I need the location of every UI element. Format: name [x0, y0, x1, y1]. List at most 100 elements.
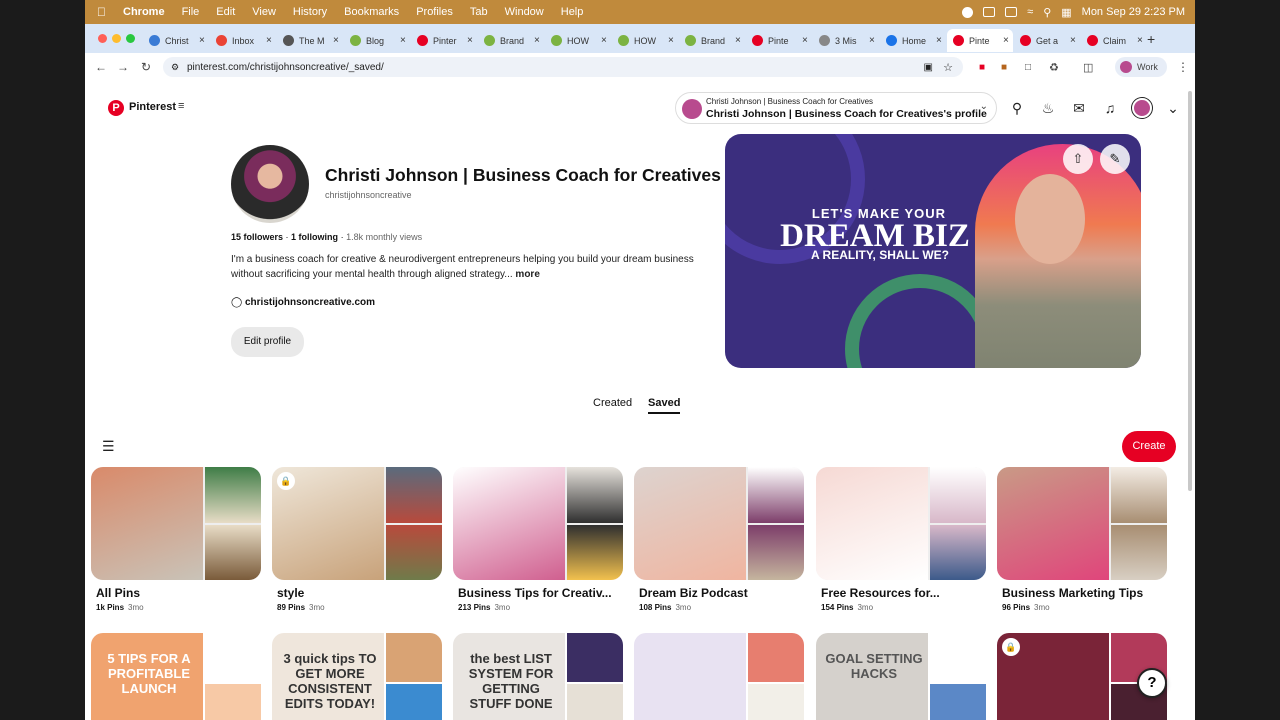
board-card[interactable]: 3 quick tips TO GET MORE CONSISTENT EDIT… [272, 633, 442, 720]
profile-website[interactable]: ◯ christijohnsoncreative.com [231, 297, 375, 308]
menu-window[interactable]: Window [505, 6, 544, 18]
site-info-icon[interactable]: ⚙ [171, 62, 179, 73]
create-button[interactable]: Create [1122, 431, 1176, 462]
extensions-puzzle-icon[interactable]: ♻ [1049, 61, 1059, 74]
browser-tab[interactable]: Claim × [1081, 29, 1147, 52]
browser-tab[interactable]: Inbox × [210, 29, 276, 52]
help-icon[interactable]: ? [1137, 668, 1167, 698]
extension-icon[interactable]: □ [1025, 62, 1031, 73]
apple-menu-icon[interactable]:  [97, 5, 106, 19]
browser-tab[interactable]: HOW × [545, 29, 611, 52]
browser-tab[interactable]: Pinte × [947, 29, 1013, 52]
edit-profile-button[interactable]: Edit profile [231, 327, 304, 357]
followers-count[interactable]: 15 followers [231, 232, 283, 242]
menu-file[interactable]: File [182, 6, 200, 18]
extension-icon[interactable]: ■ [1001, 62, 1007, 73]
menubar-clock[interactable]: Mon Sep 29 2:23 PM [1082, 6, 1185, 18]
bio-more-link[interactable]: more [515, 269, 539, 280]
address-bar[interactable]: ⚙ pinterest.com/christijohnsoncreative/_… [163, 57, 963, 77]
extension-icon[interactable]: ■ [979, 62, 985, 73]
back-icon[interactable]: ← [95, 60, 107, 74]
browser-tab[interactable]: Get a × [1014, 29, 1080, 52]
edit-pencil-icon[interactable]: ✎ [1100, 144, 1130, 174]
pinterest-logo-icon[interactable]: P [108, 100, 124, 116]
wifi-icon[interactable]: ≈ [1027, 6, 1033, 18]
menu-view[interactable]: View [252, 6, 276, 18]
browser-tab[interactable]: Christ × [143, 29, 209, 52]
close-tab-icon[interactable]: × [400, 35, 406, 46]
menu-app-name[interactable]: Chrome [123, 6, 165, 18]
close-tab-icon[interactable]: × [1070, 35, 1076, 46]
search-icon[interactable]: ⚲ [1043, 6, 1051, 19]
close-tab-icon[interactable]: × [601, 35, 607, 46]
scrollbar[interactable] [1188, 91, 1192, 491]
tab-created[interactable]: Created [593, 397, 632, 409]
record-icon[interactable] [962, 6, 974, 18]
status-icon[interactable] [983, 7, 996, 17]
kebab-menu-icon[interactable]: ⋮ [1177, 60, 1189, 74]
share-icon[interactable]: ⇧ [1063, 144, 1093, 174]
notifications-bell-icon[interactable]: ♨ [1039, 99, 1057, 117]
close-tab-icon[interactable]: × [333, 35, 339, 46]
pinterest-brand[interactable]: Pinterest [129, 101, 176, 113]
board-card[interactable]: 🔒 style 89 Pins 3mo [272, 467, 442, 612]
menu-profiles[interactable]: Profiles [416, 6, 453, 18]
website-link[interactable]: christijohnsoncreative.com [245, 297, 375, 308]
battery-icon[interactable] [1005, 7, 1018, 17]
board-card[interactable]: Dream Biz Podcast 108 Pins 3mo [634, 467, 804, 612]
menu-history[interactable]: History [293, 6, 327, 18]
zoom-window-button[interactable] [126, 34, 135, 43]
user-avatar[interactable] [1132, 98, 1152, 118]
board-card[interactable] [634, 633, 804, 720]
close-window-button[interactable] [98, 34, 107, 43]
control-center-icon[interactable]: ▦ [1061, 6, 1071, 19]
account-switcher[interactable]: Christi Johnson | Business Coach for Cre… [675, 92, 997, 124]
close-tab-icon[interactable]: × [869, 35, 875, 46]
bookmark-star-icon[interactable]: ☆ [943, 61, 953, 74]
sidepanel-icon[interactable]: ◫ [1083, 61, 1093, 74]
following-count[interactable]: 1 following [291, 232, 338, 242]
browser-tab[interactable]: The M × [277, 29, 343, 52]
messages-icon[interactable]: ✉ [1070, 99, 1088, 117]
board-card[interactable]: 5 TIPS FOR A PROFITABLE LAUNCH [91, 633, 261, 720]
close-tab-icon[interactable]: × [802, 35, 808, 46]
close-tab-icon[interactable]: × [266, 35, 272, 46]
board-card[interactable]: GOAL SETTING HACKS [816, 633, 986, 720]
close-tab-icon[interactable]: × [1003, 35, 1009, 46]
board-card[interactable]: All Pins 1k Pins 3mo [91, 467, 261, 612]
board-card[interactable]: Business Tips for Creativ... 213 Pins 3mo [453, 467, 623, 612]
menu-help[interactable]: Help [561, 6, 584, 18]
tab-saved[interactable]: Saved [648, 397, 681, 414]
search-icon[interactable]: ⚲ [1008, 99, 1026, 117]
hamburger-menu-icon[interactable]: ≡ [178, 100, 184, 112]
cast-icon[interactable]: ▣ [924, 62, 933, 73]
menu-bookmarks[interactable]: Bookmarks [344, 6, 399, 18]
browser-tab[interactable]: Pinter × [411, 29, 477, 52]
browser-tab[interactable]: Brand × [478, 29, 544, 52]
reload-icon[interactable]: ↻ [141, 60, 151, 74]
close-tab-icon[interactable]: × [534, 35, 540, 46]
chevron-down-icon[interactable]: ⌄ [1164, 99, 1182, 117]
close-tab-icon[interactable]: × [1137, 35, 1143, 46]
browser-tab[interactable]: Home × [880, 29, 946, 52]
board-card[interactable]: Business Marketing Tips 96 Pins 3mo [997, 467, 1167, 612]
board-card[interactable]: Free Resources for... 154 Pins 3mo [816, 467, 986, 612]
menu-edit[interactable]: Edit [216, 6, 235, 18]
close-tab-icon[interactable]: × [668, 35, 674, 46]
new-tab-button[interactable]: + [1147, 31, 1155, 47]
browser-tab[interactable]: Blog × [344, 29, 410, 52]
browser-tab[interactable]: Pinte × [746, 29, 812, 52]
forward-icon[interactable]: → [117, 60, 129, 74]
board-card[interactable]: the best LIST SYSTEM FOR GETTING STUFF D… [453, 633, 623, 720]
browser-tab[interactable]: Brand × [679, 29, 745, 52]
browser-tab[interactable]: 3 Mis × [813, 29, 879, 52]
profile-chip[interactable]: Work [1115, 57, 1167, 77]
menu-tab[interactable]: Tab [470, 6, 488, 18]
filter-sliders-icon[interactable]: ☰ [102, 438, 115, 455]
close-tab-icon[interactable]: × [467, 35, 473, 46]
close-tab-icon[interactable]: × [735, 35, 741, 46]
megaphone-icon[interactable]: ♫ [1101, 99, 1119, 117]
close-tab-icon[interactable]: × [936, 35, 942, 46]
minimize-window-button[interactable] [112, 34, 121, 43]
close-tab-icon[interactable]: × [199, 35, 205, 46]
